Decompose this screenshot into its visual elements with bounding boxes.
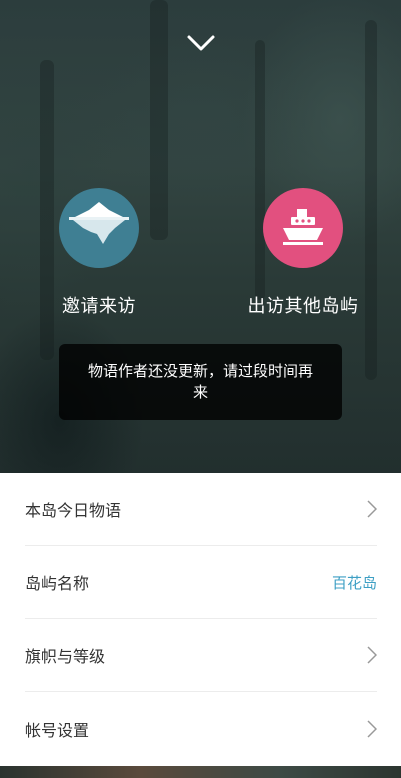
visit-other-islands-button[interactable]: 出访其他岛屿 xyxy=(233,188,373,318)
menu-item-island-name[interactable]: 岛屿名称 百花岛 xyxy=(25,546,377,619)
menu-item-flag-level[interactable]: 旗帜与等级 xyxy=(25,619,377,692)
menu-item-today-story[interactable]: 本岛今日物语 xyxy=(25,473,377,546)
invite-visit-button[interactable]: 邀请来访 xyxy=(29,188,169,318)
island-name-value: 百花岛 xyxy=(331,573,377,592)
menu-item-label: 旗帜与等级 xyxy=(25,647,106,666)
menu-item-account-settings[interactable]: 帐号设置 xyxy=(25,692,377,765)
visit-other-islands-label: 出访其他岛屿 xyxy=(247,296,359,317)
hero-background: 邀请来访 出访其他岛屿 物语作者还没更新，请过段时间再来 xyxy=(0,0,401,473)
chevron-right-icon xyxy=(367,719,377,738)
chevron-right-icon xyxy=(367,500,377,518)
menu-item-label: 岛屿名称 xyxy=(25,574,90,593)
settings-menu: 本岛今日物语 岛屿名称 百花岛 旗帜与等级 帐号设置 xyxy=(0,473,401,766)
collapse-chevron-icon[interactable] xyxy=(186,32,216,54)
menu-item-label: 本岛今日物语 xyxy=(25,501,122,520)
chevron-right-icon xyxy=(367,646,377,664)
invite-iceberg-icon xyxy=(59,188,139,268)
ship-icon xyxy=(263,188,343,268)
toast-text: 物语作者还没更新，请过段时间再来 xyxy=(87,362,313,401)
bottom-background-strip xyxy=(0,766,401,778)
toast-message: 物语作者还没更新，请过段时间再来 xyxy=(59,344,342,420)
invite-visit-label: 邀请来访 xyxy=(62,296,136,317)
menu-item-label: 帐号设置 xyxy=(25,720,90,740)
